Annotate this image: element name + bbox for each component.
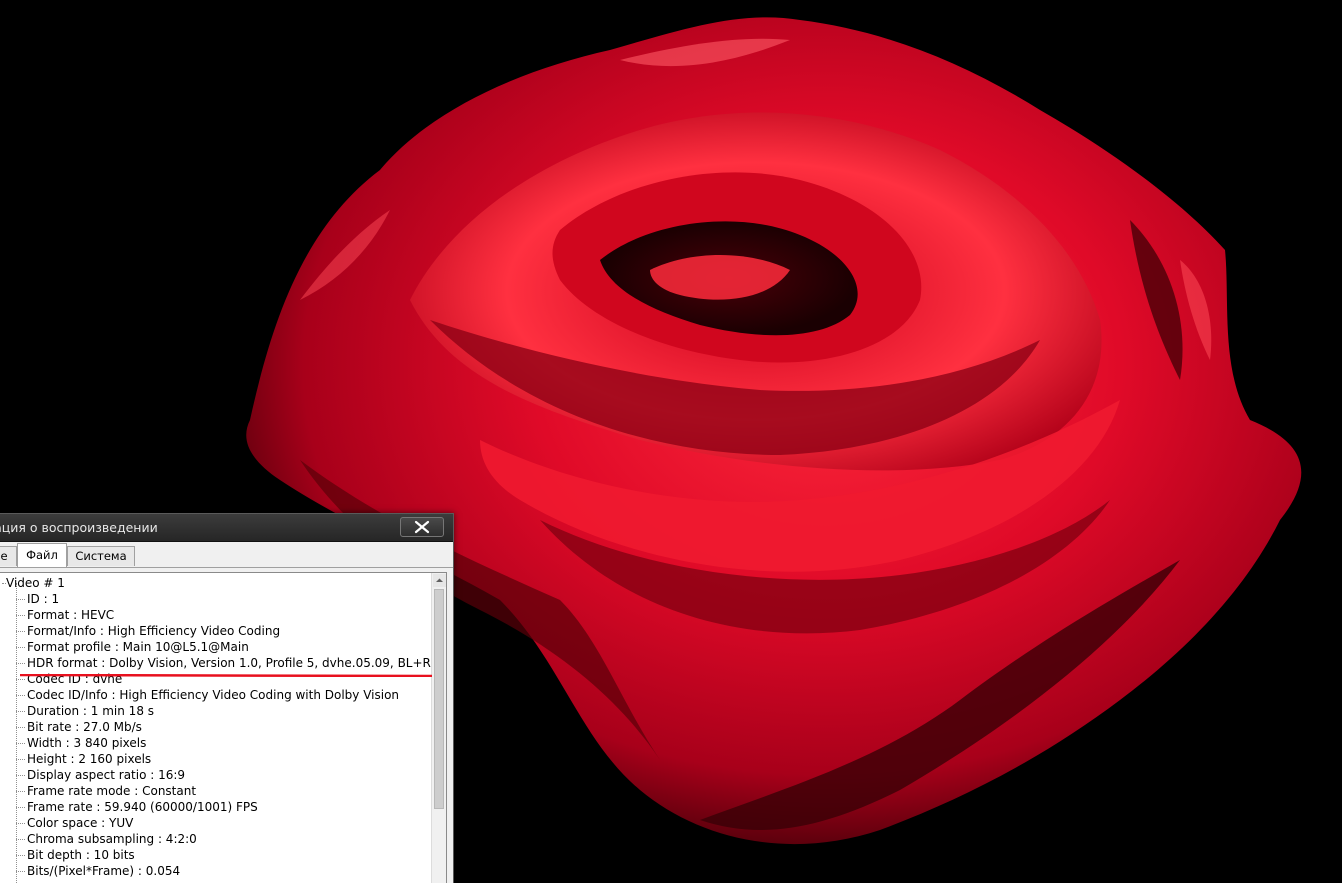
chevron-up-icon [436,578,443,582]
tree-branch-line [16,727,25,729]
scrollbar-thumb[interactable] [434,589,444,809]
tree-row[interactable]: Height : 2 160 pixels [27,751,151,767]
scroll-up-button[interactable] [433,574,446,587]
close-button[interactable] [400,517,444,537]
tree-row[interactable]: Bits/(Pixel*Frame) : 0.054 [27,863,180,879]
tree-branch-line [16,679,25,681]
dialog-title-bar[interactable]: омация о воспроизведении [0,514,453,542]
tab-file[interactable]: Файл [17,543,67,567]
tree-branch-line [16,775,25,777]
vertical-scrollbar[interactable] [431,573,446,883]
close-icon [414,520,430,534]
tree-row[interactable]: Bit rate : 27.0 Mb/s [27,719,142,735]
tree-row[interactable]: Chroma subsampling : 4:2:0 [27,831,197,847]
tab-strip: е Файл Система [0,542,453,568]
tree-row[interactable]: Bit depth : 10 bits [27,847,135,863]
tree-row[interactable]: Display aspect ratio : 16:9 [27,767,185,783]
tree-row[interactable]: HDR format : Dolby Vision, Version 1.0, … [27,655,431,671]
tree-branch-line [16,743,25,745]
tree-row[interactable]: Format profile : Main 10@L5.1@Main [27,639,249,655]
tree-row[interactable]: Width : 3 840 pixels [27,735,146,751]
tree-branch-line [16,855,25,857]
tree-branch-line [16,807,25,809]
tree-branch-line [16,663,25,665]
player-viewport: омация о воспроизведении е Файл Система … [0,0,1342,883]
tab-general[interactable]: е [0,546,17,566]
playback-info-dialog: омация о воспроизведении е Файл Система … [0,513,454,883]
media-info-tree: Video # 1 ID : 1 Format : HEVC Format/Info… [0,573,431,883]
tree-node-video[interactable]: Video # 1 [6,575,65,591]
tree-guide-line [16,583,18,883]
tree-branch-line [16,759,25,761]
tree-branch-line [16,631,25,633]
tree-branch-line [16,791,25,793]
tree-branch-line [16,823,25,825]
annotation-underline [20,674,432,677]
dialog-title: омация о воспроизведении [0,520,158,535]
tree-row[interactable]: Format/Info : High Efficiency Video Codi… [27,623,280,639]
tree-row[interactable]: ID : 1 [27,591,59,607]
tree-branch-line [16,839,25,841]
info-panel: Video # 1 ID : 1 Format : HEVC Format/Info… [0,572,447,883]
tree-branch-line [16,695,25,697]
tree-branch-line [16,711,25,713]
tab-system[interactable]: Система [67,546,135,566]
tree-branch-line [16,599,25,601]
tree-branch-line [16,615,25,617]
tree-branch-line [16,647,25,649]
tree-row[interactable]: Frame rate mode : Constant [27,783,196,799]
tree-row[interactable]: Codec ID/Info : High Efficiency Video Co… [27,687,399,703]
tree-row[interactable]: Frame rate : 59.940 (60000/1001) FPS [27,799,258,815]
tree-row[interactable]: Color space : YUV [27,815,133,831]
tree-row[interactable]: Format : HEVC [27,607,114,623]
tree-branch-line [16,871,25,873]
tree-row[interactable]: Duration : 1 min 18 s [27,703,154,719]
